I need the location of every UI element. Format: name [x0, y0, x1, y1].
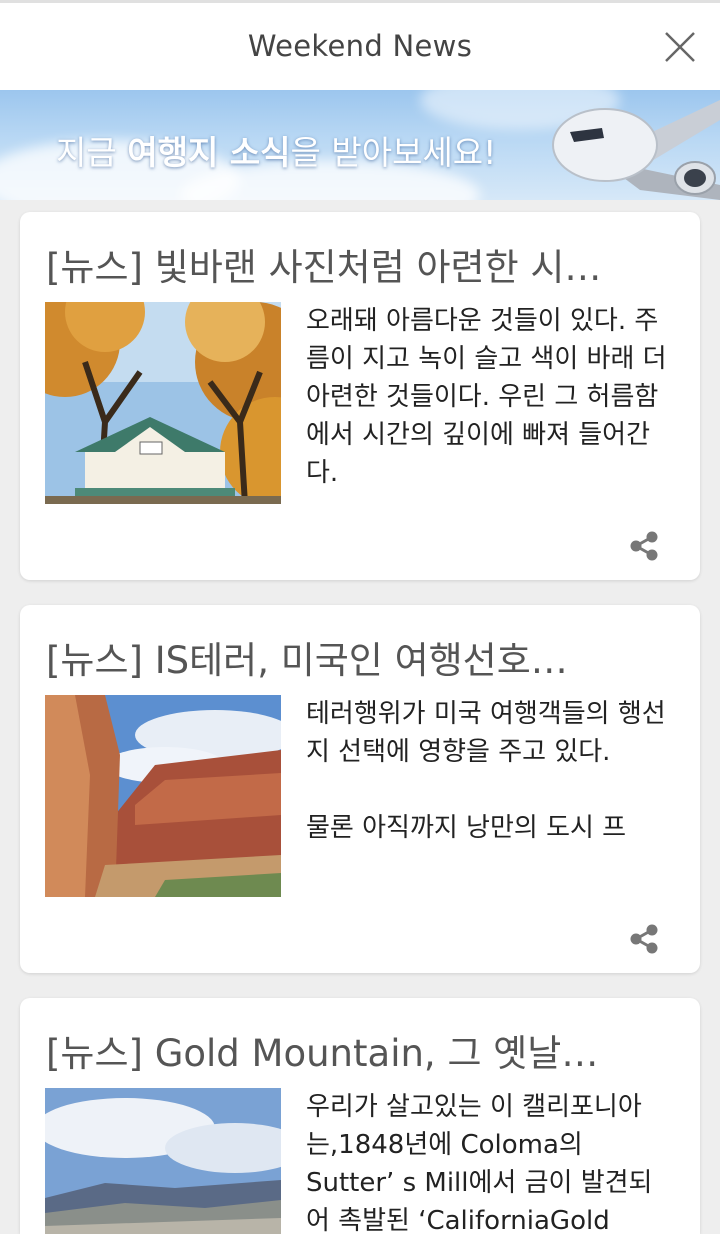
- news-card[interactable]: [뉴스] Gold Mountain, 그 옛날… 우리가 살고있는 이 캘리포…: [20, 998, 700, 1234]
- banner-text: 지금 여행지 소식을 받아보세요!: [56, 133, 497, 172]
- card-summary: 테러행위가 미국 여행객들의 행선지 선택에 영향을 주고 있다. 물론 아직까…: [306, 699, 666, 843]
- share-icon[interactable]: [628, 530, 660, 562]
- card-thumbnail[interactable]: [45, 695, 281, 897]
- card-headline[interactable]: [뉴스] IS테러, 미국인 여행선호…: [46, 637, 676, 685]
- page-title: Weekend News: [247, 29, 473, 63]
- share-icon[interactable]: [628, 923, 660, 955]
- card-summary: 우리가 살고있는 이 캘리포니아는,1848년에 Coloma의 Sutter’…: [306, 1092, 653, 1234]
- top-bar: Weekend News: [0, 0, 720, 90]
- news-card[interactable]: [뉴스] 빛바랜 사진처럼 아련한 시… 오래돼 아름다운 것들이 있다. 주름…: [20, 212, 700, 580]
- card-headline[interactable]: [뉴스] Gold Mountain, 그 옛날…: [46, 1030, 676, 1078]
- card-thumbnail[interactable]: [45, 302, 281, 504]
- promo-banner[interactable]: 지금 여행지 소식을 받아보세요!: [0, 90, 720, 200]
- card-summary: 오래돼 아름다운 것들이 있다. 주름이 지고 녹이 슬고 색이 바래 더 아련…: [306, 306, 675, 488]
- close-icon[interactable]: [660, 27, 700, 67]
- card-thumbnail[interactable]: [45, 1088, 281, 1234]
- card-headline[interactable]: [뉴스] 빛바랜 사진처럼 아련한 시…: [46, 244, 676, 292]
- news-card[interactable]: [뉴스] IS테러, 미국인 여행선호… 테러행위가 미국 여행객들의 행선지 …: [20, 605, 700, 973]
- airplane-image: [540, 90, 720, 200]
